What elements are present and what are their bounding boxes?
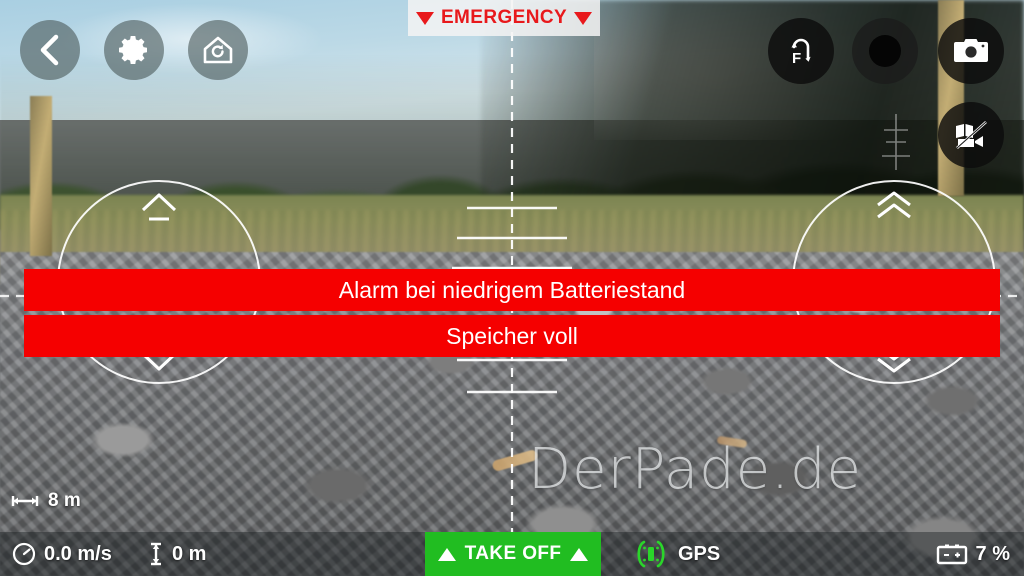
distance-readout: 8 m — [10, 490, 81, 512]
watermark: DerPade.de — [528, 437, 862, 502]
home-return-icon — [201, 34, 235, 66]
altitude-readout: 0 m — [148, 541, 206, 567]
wooden-post-left — [30, 96, 52, 256]
return-to-home-button[interactable] — [188, 20, 248, 80]
take-off-button[interactable]: TAKE OFF — [425, 532, 601, 576]
video-disabled-icon — [952, 119, 990, 151]
gps-satellite-icon — [632, 539, 670, 569]
gps-status: GPS — [632, 539, 720, 569]
video-off-button[interactable] — [938, 102, 1004, 168]
record-button[interactable] — [852, 18, 918, 84]
photo-button[interactable] — [938, 18, 1004, 84]
emergency-button[interactable]: EMERGENCY — [408, 0, 600, 36]
speed-readout: 0.0 m/s — [12, 542, 112, 566]
utility-tower — [876, 112, 916, 172]
triangle-down-icon-left — [415, 11, 434, 25]
triangle-up-icon-left — [437, 547, 456, 561]
distance-icon — [10, 493, 40, 509]
alert-low-battery[interactable]: Alarm bei niedrigem Batteriestand — [24, 269, 1000, 311]
joystick-right-up-icon[interactable] — [871, 190, 917, 222]
take-off-label: TAKE OFF — [464, 543, 562, 564]
speed-value: 0.0 m/s — [44, 542, 112, 565]
flight-mode-button[interactable]: F — [768, 18, 834, 84]
drone-hud-screen: DerPade.de EMERGENCY F Alarm bei niedrig… — [0, 0, 1024, 576]
alert-storage-full[interactable]: Speicher voll — [24, 315, 1000, 357]
chevron-left-icon — [35, 33, 65, 67]
emergency-label: EMERGENCY — [440, 7, 568, 28]
altitude-icon — [148, 541, 164, 567]
distance-value: 8 m — [48, 490, 81, 511]
battery-value: 7 % — [975, 542, 1010, 565]
joystick-left-up-icon[interactable] — [137, 190, 181, 224]
alert-text: Speicher voll — [446, 322, 578, 349]
triangle-up-icon-right — [570, 547, 589, 561]
battery-icon — [936, 543, 968, 565]
back-button[interactable] — [20, 20, 80, 80]
record-dot-icon — [869, 35, 901, 67]
gps-label: GPS — [678, 542, 721, 565]
gear-icon — [117, 33, 151, 67]
altitude-value: 0 m — [172, 542, 207, 565]
speedometer-icon — [12, 542, 36, 566]
triangle-down-icon-right — [574, 11, 593, 25]
alert-text: Alarm bei niedrigem Batteriestand — [338, 276, 686, 303]
settings-button[interactable] — [104, 20, 164, 80]
bottom-status-bar: 0.0 m/s 0 m TAKE OFF GPS 7 % — [0, 532, 1024, 576]
camera-icon — [953, 36, 989, 66]
flight-mode-f-icon: F — [781, 31, 821, 71]
svg-text:F: F — [792, 50, 801, 67]
battery-status: 7 % — [936, 543, 1010, 566]
